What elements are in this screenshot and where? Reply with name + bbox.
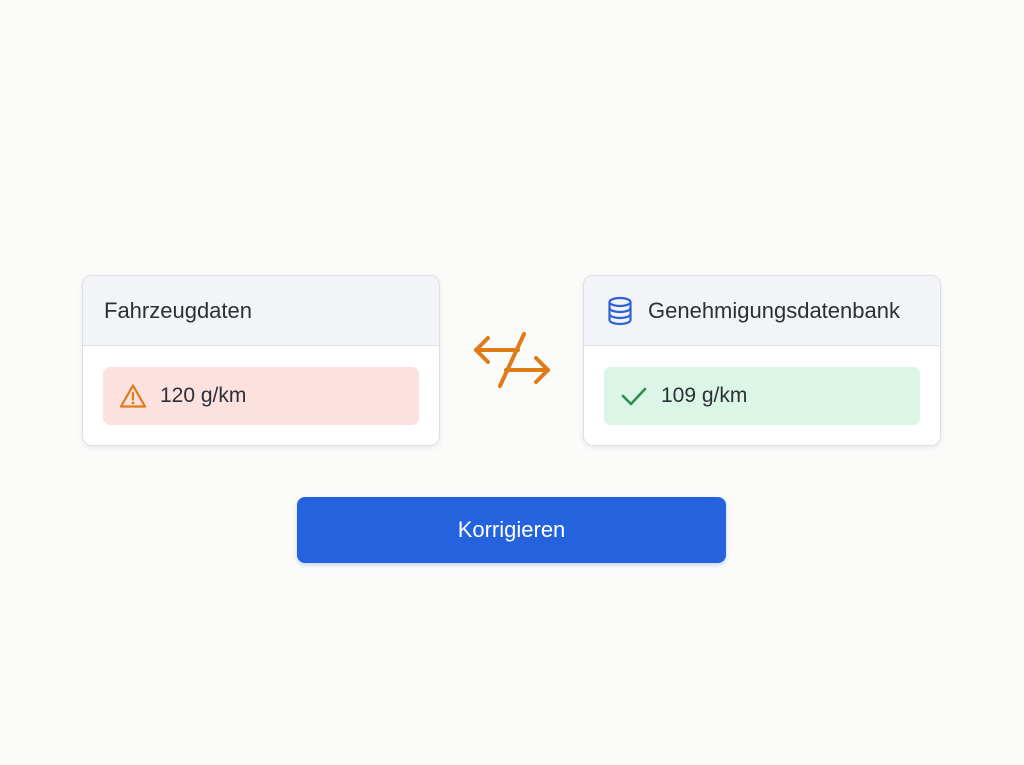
approval-value-row: 109 g/km: [604, 367, 920, 425]
vehicle-value-row: 120 g/km: [103, 367, 419, 425]
mismatch-arrows-icon: [470, 328, 556, 394]
approval-database-body: 109 g/km: [584, 346, 940, 445]
vehicle-data-card: Fahrzeugdaten 120 g/km: [82, 275, 440, 446]
database-icon: [606, 296, 634, 325]
approval-database-header: Genehmigungsdatenbank: [584, 276, 940, 346]
checkmark-icon: [619, 381, 649, 411]
approval-database-title: Genehmigungsdatenbank: [648, 297, 900, 323]
correct-button[interactable]: Korrigieren: [297, 497, 726, 563]
vehicle-data-body: 120 g/km: [83, 346, 439, 445]
vehicle-data-header: Fahrzeugdaten: [83, 276, 439, 346]
vehicle-value: 120 g/km: [160, 384, 247, 407]
vehicle-data-title: Fahrzeugdaten: [104, 297, 252, 323]
comparison-view: Fahrzeugdaten 120 g/km Genehmigungsdaten…: [0, 0, 1024, 765]
approval-value: 109 g/km: [661, 384, 748, 407]
warning-triangle-icon: [118, 381, 148, 411]
approval-database-card: Genehmigungsdatenbank 109 g/km: [583, 275, 941, 446]
